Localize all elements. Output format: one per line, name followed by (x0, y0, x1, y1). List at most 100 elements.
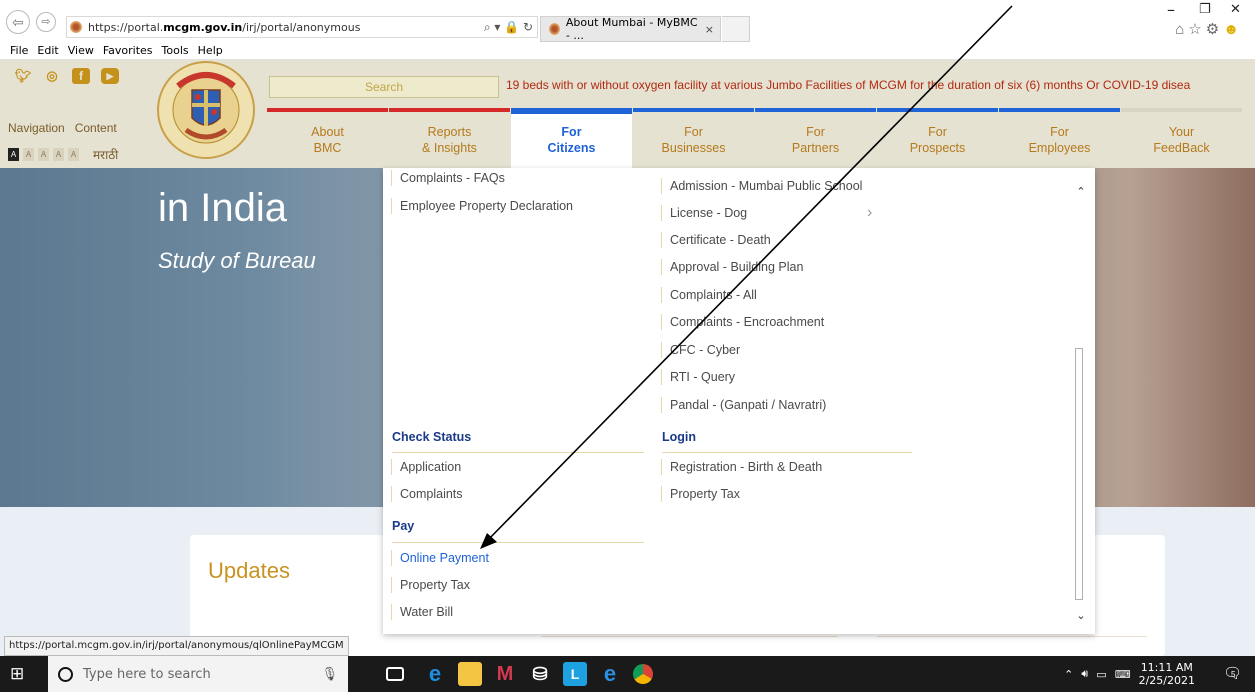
taskbar-clock[interactable]: 11:11 AM 2/25/2021 (1139, 661, 1195, 687)
browser-tool-icons: ⌂☆⚙☻ (1175, 20, 1243, 38)
new-tab-button[interactable] (722, 16, 750, 42)
notification-center-icon[interactable]: 🗨︎ 5 (1223, 664, 1243, 684)
twitter-icon[interactable]: 🐦︎ (14, 68, 32, 84)
font-size-option[interactable]: A (38, 148, 49, 161)
keyboard-icon[interactable]: ⌨ (1115, 668, 1131, 681)
bmc-logo[interactable] (156, 60, 256, 164)
tab-for-partners[interactable]: For Partners (755, 108, 876, 168)
volume-icon[interactable]: 🔊︎ (1081, 667, 1088, 681)
menu-scrollbar[interactable]: ⌃ ⌄ (1073, 184, 1089, 624)
accessibility-links: Navigation Content (8, 121, 117, 135)
internet-explorer-icon[interactable]: e (423, 662, 447, 686)
menu-link[interactable]: Admission - Mumbai Public School (661, 178, 862, 194)
menu-link[interactable]: Complaints (391, 486, 463, 502)
site-header: 🐦︎ ◎ f ▶ Navigation Content A A A A A मर… (0, 60, 1255, 168)
hero-subtitle: Study of Bureau (158, 248, 316, 273)
menu-edit[interactable]: Edit (37, 44, 58, 57)
main-nav: About BMC Reports & Insights For Citizens F… (267, 108, 1243, 168)
youtube-icon[interactable]: ▶ (101, 68, 119, 84)
taskbar-search-box[interactable]: Type here to search 🎙︎ (48, 656, 348, 692)
browser-tab-active[interactable]: About Mumbai - MyBMC - ... × (540, 16, 721, 42)
menu-favorites[interactable]: Favorites (103, 44, 153, 57)
menu-link[interactable]: License - Dog (661, 205, 747, 221)
chevron-right-icon[interactable]: › (867, 204, 872, 222)
hero-title: in India (158, 186, 287, 230)
edge-icon[interactable]: e (598, 662, 622, 686)
marathi-language-link[interactable]: मराठी (93, 146, 118, 163)
menu-link[interactable]: Water Bill (391, 604, 453, 620)
microphone-icon[interactable]: 🎙︎ (321, 666, 338, 682)
tab-for-prospects[interactable]: For Prospects (877, 108, 998, 168)
menu-link[interactable]: Application (391, 459, 461, 475)
system-tray: ⌃ 🔊︎ ▭ ⌨ 11:11 AM 2/25/2021 (1064, 656, 1195, 692)
skip-navigation-link[interactable]: Navigation (8, 121, 65, 135)
menu-tools[interactable]: Tools (162, 44, 189, 57)
font-size-option[interactable]: A (8, 148, 19, 161)
address-bar[interactable]: https://portal.mcgm.gov.in/irj/portal/an… (66, 16, 538, 38)
scroll-up-arrow-icon[interactable]: ⌃ (1073, 184, 1089, 200)
font-size-option[interactable]: A (53, 148, 64, 161)
back-arrow-icon[interactable]: ⇦ (6, 10, 30, 34)
address-actions[interactable]: ⌕ ▾ 🔒 ↻ (484, 20, 533, 35)
menu-link[interactable]: Certificate - Death (661, 232, 771, 248)
tab-label-line1: For (806, 125, 825, 139)
menu-link[interactable]: Pandal - (Ganpati / Navratri) (661, 397, 826, 413)
menu-file[interactable]: File (10, 44, 28, 57)
store-bag-icon[interactable]: ⛁ (528, 662, 552, 686)
home-icon[interactable]: ⌂ (1175, 21, 1188, 38)
tab-for-businesses[interactable]: For Businesses (633, 108, 754, 168)
site-favicon-icon (70, 21, 82, 33)
settings-gear-icon[interactable]: ⚙ (1206, 21, 1223, 38)
clock-time: 11:11 AM (1140, 661, 1193, 674)
lenovo-app-icon[interactable]: L (563, 662, 587, 686)
menu-link[interactable]: Registration - Birth & Death (661, 459, 822, 475)
menu-link[interactable]: Employee Property Declaration (391, 198, 573, 214)
menu-link[interactable]: RTI - Query (661, 369, 735, 385)
tab-close-icon[interactable]: × (705, 23, 714, 36)
menu-help[interactable]: Help (198, 44, 223, 57)
menu-link[interactable]: Property Tax (391, 577, 470, 593)
tab-your-feedback[interactable]: Your FeedBack (1121, 108, 1242, 168)
address-url[interactable]: https://portal.mcgm.gov.in/irj/portal/an… (88, 21, 360, 34)
windows-start-icon[interactable]: ⊞ (10, 664, 30, 684)
scroll-thumb[interactable] (1075, 348, 1083, 600)
menu-link[interactable]: Property Tax (661, 486, 740, 502)
menu-link[interactable]: Complaints - All (661, 287, 757, 303)
task-view-icon[interactable] (386, 667, 404, 681)
chrome-icon[interactable] (633, 664, 653, 684)
url-path: /irj/portal/anonymous (242, 20, 361, 34)
mcafee-icon[interactable]: M (493, 662, 517, 686)
font-size-option[interactable]: A (68, 148, 79, 161)
menu-link[interactable]: Complaints - Encroachment (661, 314, 824, 330)
menu-link[interactable]: CFC - Cyber (661, 342, 740, 358)
tray-overflow-chevron-icon[interactable]: ⌃ (1064, 668, 1073, 681)
tab-reports-insights[interactable]: Reports & Insights (389, 108, 510, 168)
favorites-star-icon[interactable]: ☆ (1188, 21, 1205, 38)
skip-content-link[interactable]: Content (75, 121, 117, 135)
online-payment-link[interactable]: Online Payment (391, 550, 489, 566)
restore-button[interactable]: ❐ (1199, 2, 1211, 17)
forward-arrow-icon[interactable]: ⇨ (36, 12, 56, 32)
tab-for-employees[interactable]: For Employees (999, 108, 1120, 168)
site-search-input[interactable]: Search (269, 76, 499, 98)
network-icon[interactable]: ▭ (1096, 668, 1106, 681)
tab-about-bmc[interactable]: About BMC (267, 108, 388, 168)
feedback-smiley-icon[interactable]: ☻ (1223, 21, 1243, 38)
url-domain: mcgm.gov.in (163, 20, 243, 34)
close-window-button[interactable]: ✕ (1230, 2, 1241, 17)
menu-link[interactable]: Approval - Building Plan (661, 259, 803, 275)
font-size-option[interactable]: A (23, 148, 34, 161)
menu-view[interactable]: View (68, 44, 94, 57)
tab-label-line2: FeedBack (1153, 141, 1210, 155)
file-explorer-icon[interactable] (458, 662, 482, 686)
menu-link[interactable]: Complaints - FAQs (391, 170, 505, 186)
tab-label-line2: BMC (313, 141, 342, 155)
minimize-button[interactable]: – (1167, 0, 1175, 19)
tab-label-line2: Prospects (909, 141, 966, 155)
news-ticker[interactable]: 19 beds with or without oxygen facility … (506, 78, 1255, 96)
instagram-icon[interactable]: ◎ (43, 68, 61, 84)
tab-for-citizens[interactable]: For Citizens (511, 108, 632, 168)
facebook-icon[interactable]: f (72, 68, 90, 84)
scroll-down-arrow-icon[interactable]: ⌄ (1073, 608, 1089, 624)
font-size-controls: A A A A A मराठी (8, 146, 118, 163)
